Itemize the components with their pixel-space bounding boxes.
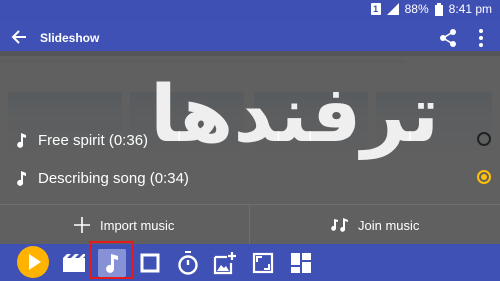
song-title: Describing song (0:34) <box>38 170 189 187</box>
more-options-icon[interactable] <box>478 28 484 53</box>
music-note-icon <box>16 132 28 152</box>
join-music-label: Join music <box>358 217 420 233</box>
aspect-ratio-icon[interactable] <box>249 249 277 277</box>
music-note-icon <box>16 170 28 190</box>
battery-icon <box>434 2 443 16</box>
add-photo-icon[interactable] <box>211 249 239 277</box>
layout-icon[interactable] <box>287 249 315 277</box>
plus-icon <box>74 217 90 233</box>
song-item[interactable]: Describing song (0:34) <box>0 163 500 195</box>
timer-icon[interactable] <box>174 249 202 277</box>
sim-icon: 1 <box>370 3 381 15</box>
page-title: Slideshow <box>40 31 100 45</box>
song-title: Free spirit (0:36) <box>38 132 149 149</box>
movie-icon[interactable] <box>60 249 88 277</box>
clock: 8:41 pm <box>448 2 492 16</box>
play-icon[interactable] <box>17 246 49 278</box>
crop-icon[interactable] <box>136 249 164 277</box>
back-arrow-icon[interactable] <box>10 28 28 51</box>
song-radio[interactable] <box>477 132 491 146</box>
signal-icon <box>386 3 399 15</box>
join-music-icon <box>331 218 348 232</box>
music-actions: Import music Join music <box>0 204 500 245</box>
bottom-toolbar <box>0 244 500 281</box>
join-music-button[interactable]: Join music <box>330 205 419 245</box>
song-radio-selected[interactable] <box>477 170 491 184</box>
song-item[interactable]: Free spirit (0:36) <box>0 125 500 157</box>
selection-highlight <box>89 241 134 279</box>
share-icon[interactable] <box>438 28 458 53</box>
battery-percent: 88% <box>404 2 429 16</box>
import-music-button[interactable]: Import music <box>73 205 174 245</box>
import-music-label: Import music <box>100 217 175 233</box>
music-panel: Free spirit (0:36) Describing song (0:34… <box>0 51 500 245</box>
divider <box>249 205 250 245</box>
status-bar: 1 88% 8:41 pm <box>0 0 500 20</box>
status-indicators: 1 88% 8:41 pm <box>370 2 492 16</box>
